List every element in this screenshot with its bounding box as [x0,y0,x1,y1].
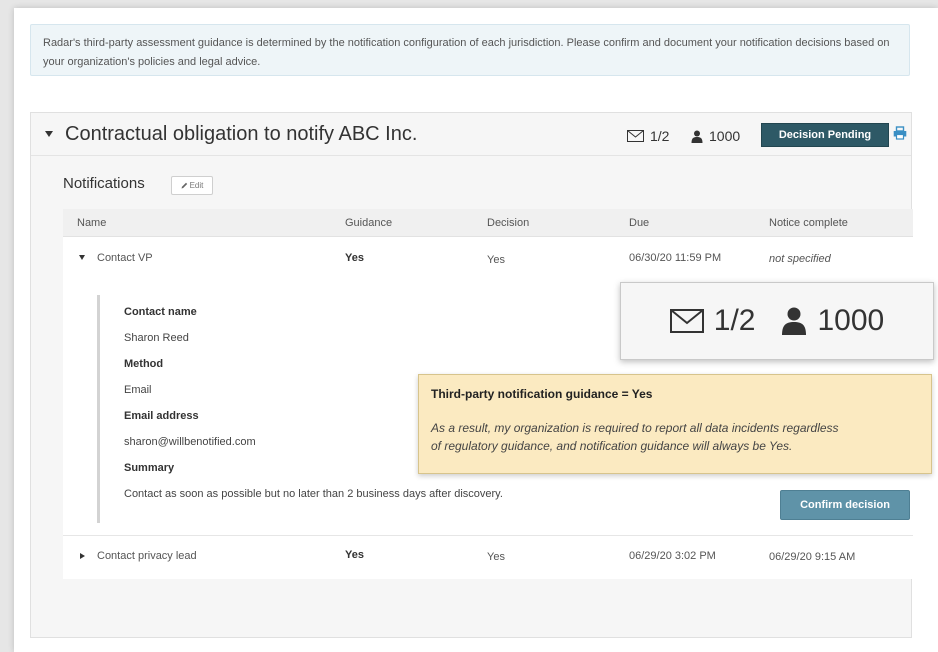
person-icon [782,307,807,335]
tooltip-body-line-1: As a result, my organization is required… [431,421,839,435]
edit-notifications-button[interactable]: Edit [171,176,213,195]
row-decision: Yes [487,254,505,266]
people-count-value: 1000 [709,128,741,144]
notices-count-value: 1/2 [650,128,670,144]
summary-value: Contact as soon as possible but no later… [124,488,503,500]
row-due: 06/30/20 11:59 PM [629,252,722,264]
row-name[interactable]: Contact VP [97,252,153,264]
email-value: sharon@willbenotified.com [124,436,256,448]
obligation-title: Contractual obligation to notify ABC Inc… [65,123,418,145]
row-due: 06/29/20 3:02 PM [629,550,716,562]
mail-icon [627,130,644,142]
column-header-guidance: Guidance [345,217,393,229]
pencil-icon [181,182,187,189]
callout-notices-count: 1/2 [669,304,756,338]
collapse-caret-icon[interactable] [45,131,53,137]
column-header-notice-complete: Notice complete [769,217,848,229]
obligation-header[interactable]: Contractual obligation to notify ABC Inc… [31,113,911,156]
callout-people-value: 1000 [817,304,885,337]
tooltip-body: As a result, my organization is required… [431,419,919,455]
person-icon [691,130,703,143]
tooltip-title: Third-party notification guidance = Yes [431,387,653,401]
method-label: Method [124,358,164,370]
guidance-info-text: Radar's third-party assessment guidance … [43,37,890,68]
mail-icon [669,309,704,333]
guidance-info-banner: Radar's third-party assessment guidance … [30,24,910,76]
contact-name-value: Sharon Reed [124,332,189,344]
print-icon[interactable] [893,126,907,145]
confirm-decision-button[interactable]: Confirm decision [780,490,910,520]
row-notice-complete: 06/29/20 9:15 AM [769,551,856,563]
people-count: 1000 [691,128,740,144]
row-name[interactable]: Contact privacy lead [97,550,197,562]
column-header-decision: Decision [487,217,530,229]
row-guidance: Yes [345,252,364,264]
column-header-name: Name [77,217,107,229]
row-divider [63,535,913,536]
row-decision: Yes [487,551,505,563]
row-expanded-caret-icon[interactable] [79,255,85,260]
row-guidance: Yes [345,549,364,561]
callout-people-count: 1000 [781,304,884,338]
row-collapsed-caret-icon[interactable] [80,553,85,559]
table-row[interactable]: Contact privacy lead Yes Yes 06/29/20 3:… [63,537,913,581]
email-label: Email address [124,410,199,422]
summary-label: Summary [124,462,175,474]
notices-count: 1/2 [627,128,669,144]
callout-notices-value: 1/2 [713,304,756,337]
method-value: Email [124,384,152,396]
tooltip-body-line-2: of regulatory guidance, and notification… [431,439,793,453]
notifications-heading: Notifications [63,175,145,192]
decision-status-badge: Decision Pending [761,123,889,147]
column-header-due: Due [629,217,650,229]
table-row[interactable]: Contact VP Yes Yes 06/30/20 11:59 PM not… [63,237,913,281]
guidance-tooltip: Third-party notification guidance = Yes … [418,374,932,474]
edit-label: Edit [189,181,204,190]
counts-callout: 1/2 1000 [620,282,934,360]
table-header: Name Guidance Decision Due Notice comple… [63,209,913,237]
contact-name-label: Contact name [124,306,197,318]
row-notice-complete: not specified [769,253,831,265]
